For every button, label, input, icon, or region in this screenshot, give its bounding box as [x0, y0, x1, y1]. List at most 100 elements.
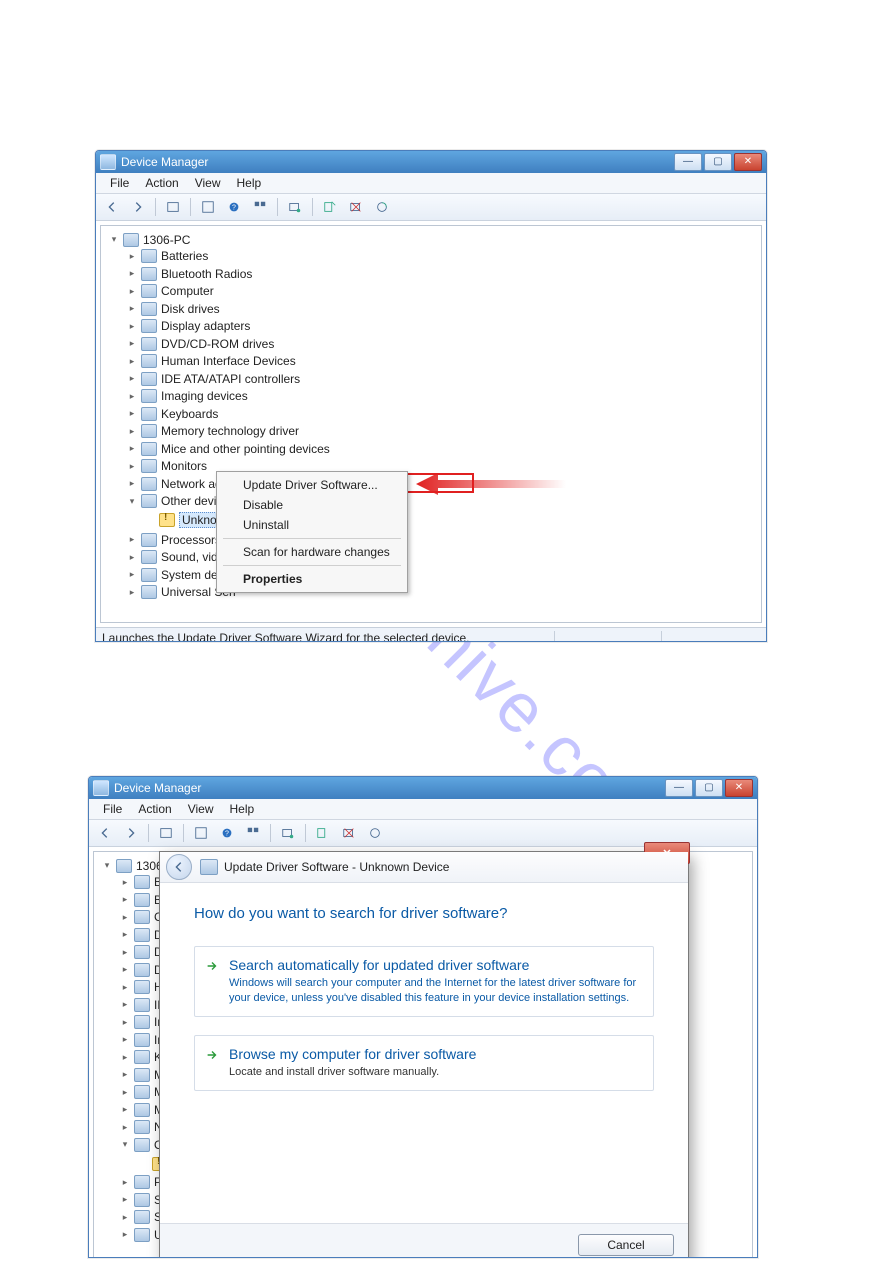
expand-icon[interactable]: ▸ [127, 303, 137, 314]
scan-changes-button[interactable] [370, 196, 394, 218]
context-menu-item[interactable]: Disable [219, 495, 405, 515]
expand-icon[interactable]: ▾ [127, 496, 137, 507]
tree-node[interactable]: ▸DVD/CD-ROM drives [127, 337, 274, 351]
expand-icon[interactable]: ▸ [127, 321, 137, 332]
menu-help[interactable]: Help [229, 173, 270, 193]
back-button[interactable] [93, 822, 117, 844]
tree-node[interactable]: ▸Memory technology driver [127, 424, 299, 438]
expand-icon[interactable]: ▾ [102, 860, 112, 871]
help-button[interactable]: ? [222, 196, 246, 218]
expand-icon[interactable]: ▸ [127, 391, 137, 402]
tree-node[interactable]: ▸Computer [127, 284, 214, 298]
forward-button[interactable] [126, 196, 150, 218]
expand-icon[interactable]: ▾ [120, 1139, 130, 1150]
show-hidden-button[interactable] [161, 196, 185, 218]
maximize-button[interactable]: ▢ [695, 779, 723, 797]
uninstall-button[interactable] [344, 196, 368, 218]
expand-icon[interactable]: ▸ [120, 1034, 130, 1045]
close-button[interactable]: ✕ [734, 153, 762, 171]
tree-node[interactable]: ▸M [120, 1103, 164, 1117]
expand-icon[interactable]: ▸ [127, 478, 137, 489]
expand-icon[interactable]: ▸ [127, 408, 137, 419]
expand-icon[interactable]: ▸ [120, 877, 130, 888]
properties-view-button[interactable] [189, 822, 213, 844]
help-button[interactable]: ? [215, 822, 239, 844]
back-button[interactable] [100, 196, 124, 218]
menu-view[interactable]: View [180, 799, 222, 819]
tree-node[interactable]: ▸Batteries [127, 249, 208, 263]
expand-icon[interactable]: ▸ [127, 251, 137, 262]
expand-icon[interactable]: ▸ [120, 982, 130, 993]
option-search-automatically[interactable]: Search automatically for updated driver … [194, 946, 654, 1017]
context-menu-item[interactable]: Uninstall [219, 515, 405, 535]
title-bar[interactable]: Device Manager — ▢ ✕ [89, 777, 757, 799]
properties-view-button[interactable] [196, 196, 220, 218]
back-button[interactable] [166, 854, 192, 880]
expand-icon[interactable]: ▸ [120, 1122, 130, 1133]
tree-node[interactable]: ▸IDE ATA/ATAPI controllers [127, 372, 300, 386]
tree-node[interactable]: ▸Bl [120, 893, 165, 907]
maximize-button[interactable]: ▢ [704, 153, 732, 171]
tree-node[interactable]: ▸D [120, 945, 163, 959]
root-node[interactable]: ▾ 1306-PC [109, 233, 190, 247]
expand-icon[interactable]: ▸ [120, 1069, 130, 1080]
scan-changes-button[interactable] [363, 822, 387, 844]
tree-node[interactable]: ▸In [120, 1015, 164, 1029]
tree-node[interactable]: ▸Bluetooth Radios [127, 267, 252, 281]
expand-icon[interactable]: ▸ [127, 373, 137, 384]
expand-icon[interactable]: ▸ [120, 1194, 130, 1205]
expand-icon[interactable]: ▸ [127, 338, 137, 349]
expand-icon[interactable]: ▸ [127, 426, 137, 437]
expand-icon[interactable]: ▸ [120, 1052, 130, 1063]
tree-node[interactable]: ▸Mice and other pointing devices [127, 442, 330, 456]
menu-file[interactable]: File [95, 799, 130, 819]
expand-icon[interactable]: ▸ [120, 947, 130, 958]
devices-by-type-button[interactable] [248, 196, 272, 218]
tree-node[interactable]: ▸Disk drives [127, 302, 220, 316]
scan-hardware-button[interactable] [283, 196, 307, 218]
tree-node[interactable]: ▸Processors [127, 533, 221, 547]
expand-icon[interactable]: ▸ [120, 964, 130, 975]
minimize-button[interactable]: — [674, 153, 702, 171]
scan-hardware-button[interactable] [276, 822, 300, 844]
update-driver-button[interactable] [318, 196, 342, 218]
tree-node[interactable]: ▸Keyboards [127, 407, 218, 421]
tree-node[interactable]: ▸In [120, 1033, 164, 1047]
expand-icon[interactable]: ▸ [120, 999, 130, 1010]
tree-node[interactable]: ▸K [120, 1050, 162, 1064]
expand-icon[interactable]: ▸ [127, 569, 137, 580]
menu-file[interactable]: File [102, 173, 137, 193]
menu-action[interactable]: Action [137, 173, 186, 193]
tree-node[interactable]: ▾O [120, 1138, 163, 1152]
tree-node[interactable]: ▸M [120, 1085, 164, 1099]
tree-node[interactable]: ▸Monitors [127, 459, 207, 473]
expand-icon[interactable]: ▾ [109, 234, 119, 245]
tree-node[interactable]: ▸U [120, 1228, 163, 1242]
wizard-title-bar[interactable]: Update Driver Software - Unknown Device [160, 852, 688, 883]
devices-by-type-button[interactable] [241, 822, 265, 844]
expand-icon[interactable]: ▸ [127, 534, 137, 545]
expand-icon[interactable]: ▸ [120, 894, 130, 905]
cancel-button[interactable]: Cancel [578, 1234, 674, 1256]
uninstall-button[interactable] [337, 822, 361, 844]
tree-node[interactable]: ▸N [120, 1120, 163, 1134]
expand-icon[interactable]: ▸ [120, 929, 130, 940]
expand-icon[interactable]: ▸ [127, 356, 137, 367]
expand-icon[interactable]: ▸ [120, 1087, 130, 1098]
update-driver-button[interactable] [311, 822, 335, 844]
context-menu-item[interactable]: Scan for hardware changes [219, 542, 405, 562]
expand-icon[interactable]: ▸ [120, 1177, 130, 1188]
tree-node[interactable]: ▸Human Interface Devices [127, 354, 296, 368]
tree-node[interactable]: ▸Display adapters [127, 319, 250, 333]
expand-icon[interactable]: ▸ [127, 461, 137, 472]
expand-icon[interactable]: ▸ [120, 1104, 130, 1115]
expand-icon[interactable]: ▸ [120, 1212, 130, 1223]
tree-node[interactable]: ▸C [120, 910, 163, 924]
root-node[interactable]: ▾ 1306- [102, 859, 167, 873]
tree-node[interactable]: ▸M [120, 1068, 164, 1082]
expand-icon[interactable]: ▸ [127, 268, 137, 279]
show-hidden-button[interactable] [154, 822, 178, 844]
expand-icon[interactable]: ▸ [127, 286, 137, 297]
close-button[interactable]: ✕ [725, 779, 753, 797]
menu-view[interactable]: View [187, 173, 229, 193]
